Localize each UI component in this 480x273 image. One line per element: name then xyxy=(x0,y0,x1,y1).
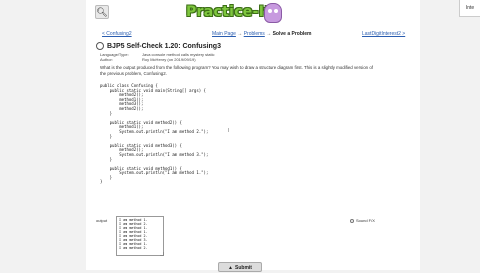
submit-button[interactable]: ▲ Submit xyxy=(218,262,262,272)
sound-checkbox[interactable] xyxy=(350,218,354,223)
author-value: Roy McHenry (on 2019/09/19) xyxy=(142,57,196,62)
zoom-icon[interactable]: 🔍︎ xyxy=(95,5,109,19)
breadcrumb: Main Page → Problems → Solve a Problem xyxy=(212,31,312,37)
description-line: the previous problem, Confusing2. xyxy=(100,71,167,76)
logo-mascot-icon xyxy=(264,3,282,23)
status-circle-icon xyxy=(96,42,104,50)
code-listing: public class Confusing { public static v… xyxy=(100,83,209,185)
sound-toggle[interactable]: Sound F/X xyxy=(350,218,375,223)
page-title: BJP5 Self-Check 1.20: Confusing3 xyxy=(96,42,221,50)
prev-problem-link[interactable]: < Confusing2 xyxy=(102,31,132,37)
answer-label: output xyxy=(96,218,108,223)
resize-grip-icon[interactable] xyxy=(160,252,164,256)
breadcrumb-problems[interactable]: Problems xyxy=(244,31,265,37)
breadcrumb-separator: → xyxy=(266,31,272,37)
problem-title: BJP5 Self-Check 1.20: Confusing3 xyxy=(107,42,221,50)
submit-arrow-icon: ▲ xyxy=(228,265,233,271)
submit-label: Submit xyxy=(235,265,252,271)
problem-meta: Language/Type: Java console method calls … xyxy=(100,52,214,62)
text-cursor-icon: I xyxy=(228,128,230,134)
breadcrumb-separator: → xyxy=(237,31,243,37)
answer-textarea[interactable] xyxy=(116,216,164,256)
corner-tab[interactable]: Inte xyxy=(459,0,480,17)
problem-description: What is the output produced from the fol… xyxy=(100,65,400,77)
next-problem-link[interactable]: LastDigitInterest2 > xyxy=(362,31,405,37)
breadcrumb-current: Solve a Problem xyxy=(272,31,312,37)
sound-label: Sound F/X xyxy=(356,218,375,223)
breadcrumb-main-page[interactable]: Main Page xyxy=(212,31,236,37)
author-label: Author: xyxy=(100,57,113,62)
